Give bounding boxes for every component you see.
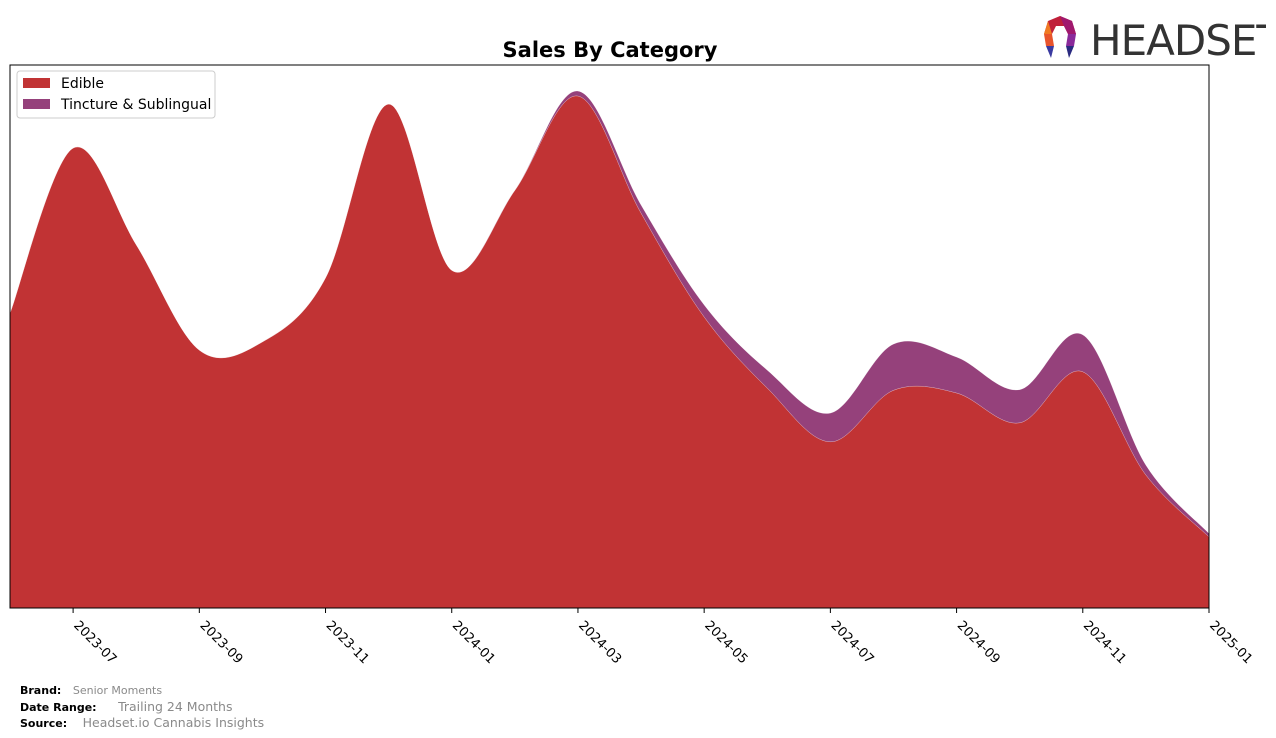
- x-tick-label: 2024-01: [449, 618, 498, 667]
- x-tick-label: 2024-03: [575, 618, 624, 667]
- footer-brand: Brand: Senior Moments: [20, 684, 162, 697]
- x-tick-label: 2023-07: [70, 618, 119, 667]
- legend: Edible Tincture & Sublingual: [16, 70, 216, 119]
- date-range-value: Trailing 24 Months: [118, 699, 233, 714]
- area-layers: [9, 90, 1210, 609]
- x-axis: 2023-07 2023-09 2023-11 2024-01 2024-03 2024-…: [70, 608, 1255, 667]
- headset-logo-icon: [1044, 16, 1076, 58]
- x-tick-label: 2024-09: [954, 618, 1003, 667]
- date-range-label: Date Range:: [20, 701, 97, 714]
- brand-label: Brand:: [20, 684, 62, 697]
- source-value: Headset.io Cannabis Insights: [82, 715, 265, 730]
- x-tick-label: 2023-11: [323, 618, 372, 667]
- sales-by-category-chart: Sales By Category 2023-07 2023-09 2023-11 2…: [9, 38, 1255, 667]
- x-tick-label: 2024-05: [701, 618, 750, 667]
- headset-logo: HEADSET: [1044, 16, 1266, 64]
- brand-value: Senior Moments: [72, 684, 163, 697]
- x-tick-label: 2025-01: [1206, 618, 1255, 667]
- legend-label-tincture-sublingual: Tincture & Sublingual: [60, 97, 211, 113]
- headset-logo-text: HEADSET: [1090, 16, 1266, 64]
- legend-swatch-tincture-sublingual: [23, 99, 50, 109]
- footer-date-range: Date Range: Trailing 24 Months: [20, 699, 232, 714]
- area-edible: [9, 95, 1210, 609]
- source-label: Source:: [20, 717, 68, 730]
- legend-label-edible: Edible: [61, 76, 104, 92]
- chart-title: Sales By Category: [503, 38, 718, 62]
- x-tick-label: 2024-11: [1080, 618, 1129, 667]
- x-tick-label: 2023-09: [196, 618, 245, 667]
- footer-source: Source: Headset.io Cannabis Insights: [20, 715, 264, 730]
- legend-swatch-edible: [23, 78, 50, 88]
- x-tick-label: 2024-07: [828, 618, 877, 667]
